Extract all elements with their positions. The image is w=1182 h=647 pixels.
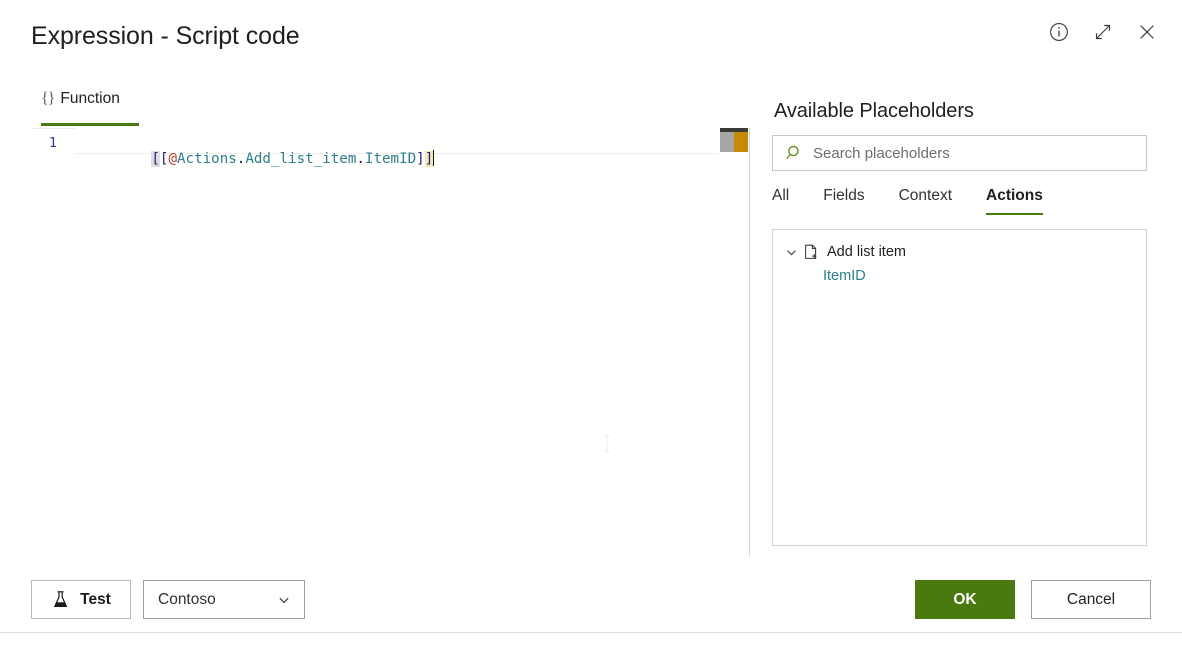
close-icon[interactable] bbox=[1134, 19, 1160, 45]
code-token-2: @ bbox=[168, 151, 177, 167]
environment-select-value: Contoso bbox=[158, 590, 216, 608]
tree-item-itemid[interactable]: ItemID bbox=[773, 264, 1146, 288]
tab-fields-label: Fields bbox=[823, 187, 865, 204]
document-add-icon bbox=[802, 243, 820, 261]
info-icon[interactable] bbox=[1046, 19, 1072, 45]
cancel-button[interactable]: Cancel bbox=[1031, 580, 1151, 619]
placeholder-tabs: All Fields Context Actions bbox=[772, 187, 1147, 225]
tab-function-label: Function bbox=[60, 90, 120, 107]
footer-left-actions: Test Contoso bbox=[31, 580, 305, 619]
header-actions bbox=[1046, 19, 1160, 45]
tree-item-label: ItemID bbox=[823, 268, 866, 284]
tab-context[interactable]: Context bbox=[899, 187, 952, 215]
code-token-5: Add_list_item bbox=[245, 151, 357, 167]
search-input[interactable] bbox=[813, 144, 1113, 162]
environment-select[interactable]: Contoso bbox=[143, 580, 305, 619]
tab-context-label: Context bbox=[898, 187, 953, 204]
search-icon bbox=[785, 143, 805, 163]
braces-icon: {} bbox=[41, 90, 55, 107]
dialog-header: Expression - Script code bbox=[0, 0, 1182, 78]
placeholders-heading: Available Placeholders bbox=[774, 100, 974, 122]
code-editor[interactable]: 1 [[@Actions.Add_list_item.ItemID]] bbox=[31, 128, 750, 556]
footer-right-actions: OK Cancel bbox=[915, 580, 1151, 619]
page-title: Expression - Script code bbox=[31, 22, 300, 50]
chevron-down-icon[interactable] bbox=[783, 244, 799, 260]
ruler-warning-marker bbox=[734, 132, 748, 152]
footer-separator bbox=[0, 632, 1182, 633]
tab-fields[interactable]: Fields bbox=[823, 187, 864, 215]
text-caret bbox=[433, 150, 435, 166]
ruler-scroll-thumb[interactable] bbox=[720, 132, 734, 152]
code-gutter: 1 bbox=[31, 128, 75, 556]
tab-function[interactable]: {} Function bbox=[41, 90, 120, 114]
code-line-1-text: [[@Actions.Add_list_item.ItemID]] bbox=[83, 132, 435, 186]
placeholder-search-box[interactable] bbox=[772, 135, 1147, 171]
expand-icon[interactable] bbox=[1090, 19, 1116, 45]
code-token-7: ItemID bbox=[364, 151, 417, 167]
available-placeholders-pane: Available Placeholders All Fields Contex… bbox=[772, 100, 1149, 546]
script-editor-pane: {} Function 1 [[@Actions.Add_list_item.I… bbox=[31, 90, 750, 556]
code-token-0: [ bbox=[151, 151, 160, 167]
flask-icon bbox=[51, 590, 71, 610]
test-button-label: Test bbox=[80, 590, 111, 608]
test-button[interactable]: Test bbox=[31, 580, 131, 619]
tab-function-active-underline bbox=[41, 123, 139, 126]
tab-all[interactable]: All bbox=[772, 187, 789, 215]
editor-overview-ruler[interactable] bbox=[720, 128, 748, 556]
tab-all-label: All bbox=[772, 187, 790, 204]
code-token-6: . bbox=[356, 151, 365, 167]
editor-tabstrip: {} Function bbox=[31, 90, 750, 126]
chevron-down-icon[interactable] bbox=[276, 592, 292, 608]
tree-group-add-list-item[interactable]: Add list item bbox=[773, 240, 1146, 264]
code-token-9: ] bbox=[424, 151, 434, 167]
code-token-3: Actions bbox=[176, 151, 237, 167]
code-line-1[interactable]: [[@Actions.Add_list_item.ItemID]] bbox=[75, 128, 719, 167]
code-token-8: ] bbox=[416, 151, 425, 167]
placeholder-tree: Add list item ItemID bbox=[772, 229, 1147, 546]
tab-actions-label: Actions bbox=[986, 187, 1043, 204]
tree-group-label: Add list item bbox=[827, 244, 906, 260]
line-number-1: 1 bbox=[48, 135, 57, 151]
ok-button[interactable]: OK bbox=[915, 580, 1015, 619]
tab-actions[interactable]: Actions bbox=[986, 187, 1043, 215]
